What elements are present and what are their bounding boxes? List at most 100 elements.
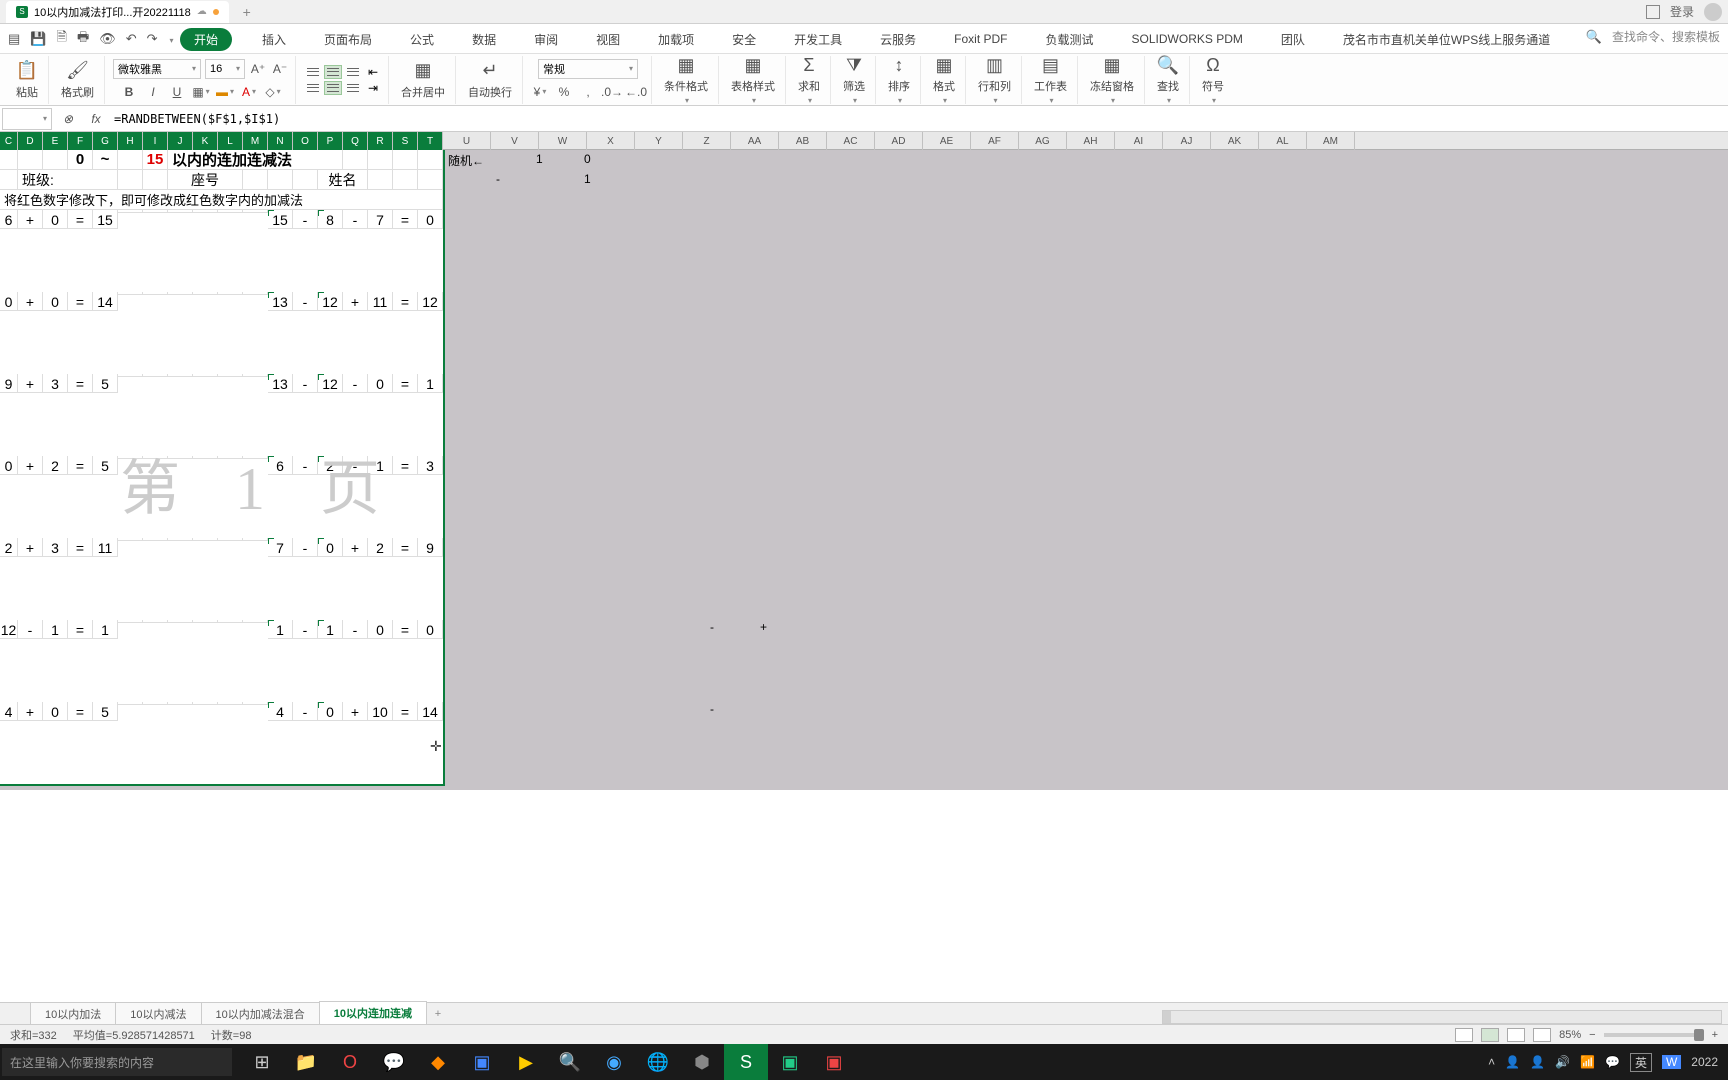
- add-sheet-button[interactable]: +: [426, 1008, 450, 1020]
- fill-color-button[interactable]: ▬: [216, 83, 234, 101]
- align-top-left[interactable]: [304, 65, 322, 79]
- col-header-W[interactable]: W: [539, 132, 587, 150]
- decrease-font-icon[interactable]: A⁻: [271, 60, 289, 78]
- document-tab[interactable]: S 10以内加减法打印...开20221118 ☁: [6, 1, 229, 23]
- align-right[interactable]: [344, 81, 362, 95]
- cell[interactable]: [343, 150, 368, 170]
- cell[interactable]: [193, 374, 218, 377]
- border-button[interactable]: ▦: [192, 83, 210, 101]
- col-header-F[interactable]: F: [68, 132, 93, 150]
- cell[interactable]: [168, 456, 193, 459]
- cell[interactable]: 0: [418, 210, 443, 229]
- cell[interactable]: [243, 170, 268, 190]
- cell[interactable]: [218, 292, 243, 295]
- cell[interactable]: [368, 150, 393, 170]
- cell[interactable]: =: [393, 538, 418, 557]
- qat-more-icon[interactable]: [168, 31, 174, 46]
- cell[interactable]: [368, 170, 393, 190]
- cell-y16[interactable]: -: [710, 702, 714, 716]
- cell[interactable]: [118, 170, 143, 190]
- sum-button[interactable]: Σ求和: [794, 54, 824, 105]
- cell[interactable]: ~: [93, 150, 118, 170]
- bold-button[interactable]: B: [120, 83, 138, 101]
- cell[interactable]: 5: [93, 374, 118, 393]
- cell[interactable]: 以内的连加连减法: [168, 150, 343, 170]
- login-button[interactable]: 登录: [1670, 3, 1694, 20]
- everything-icon[interactable]: 🔍: [548, 1044, 592, 1080]
- cell[interactable]: -: [18, 620, 43, 639]
- cell-y14[interactable]: -: [710, 620, 714, 634]
- cell[interactable]: [193, 456, 218, 459]
- tray-ime-w[interactable]: W: [1662, 1055, 1681, 1069]
- cell[interactable]: 1: [368, 456, 393, 475]
- cell[interactable]: [243, 210, 268, 213]
- tab-layout[interactable]: 页面布局: [316, 27, 380, 52]
- col-header-E[interactable]: E: [43, 132, 68, 150]
- symbol-button[interactable]: Ω符号: [1198, 54, 1228, 105]
- cell[interactable]: 15: [143, 150, 168, 170]
- cell[interactable]: +: [18, 292, 43, 311]
- wrap-button[interactable]: ↵自动换行: [464, 60, 516, 100]
- worksheet-button[interactable]: ▤工作表: [1030, 54, 1071, 105]
- cell[interactable]: [43, 150, 68, 170]
- cell[interactable]: =: [68, 538, 93, 557]
- maxthon-icon[interactable]: ▣: [460, 1044, 504, 1080]
- cell[interactable]: [243, 456, 268, 459]
- tab-view[interactable]: 视图: [588, 27, 628, 52]
- cell[interactable]: 15: [93, 210, 118, 229]
- cell[interactable]: =: [393, 210, 418, 229]
- cell[interactable]: 12: [318, 374, 343, 393]
- comma-button[interactable]: ,: [579, 83, 597, 101]
- cell-v2[interactable]: -: [496, 172, 500, 186]
- col-header-X[interactable]: X: [587, 132, 635, 150]
- cell[interactable]: =: [393, 292, 418, 311]
- col-header-N[interactable]: N: [268, 132, 293, 150]
- cell[interactable]: [143, 374, 168, 377]
- format-painter-button[interactable]: 🖌格式刷: [57, 60, 98, 100]
- cell[interactable]: 12: [0, 620, 18, 639]
- table-style-button[interactable]: ▦表格样式: [727, 54, 779, 105]
- increase-decimal-button[interactable]: .0→: [603, 83, 621, 101]
- cell[interactable]: 1: [43, 620, 68, 639]
- tray-people-icon-2[interactable]: 👤: [1530, 1055, 1545, 1069]
- cell[interactable]: [118, 456, 143, 459]
- cell[interactable]: 0: [0, 456, 18, 475]
- cell[interactable]: [393, 150, 418, 170]
- col-header-S[interactable]: S: [393, 132, 418, 150]
- cell[interactable]: =: [68, 292, 93, 311]
- cell[interactable]: +: [343, 702, 368, 721]
- cell[interactable]: [168, 702, 193, 705]
- cell[interactable]: [143, 170, 168, 190]
- cell[interactable]: 13: [268, 292, 293, 311]
- cell[interactable]: 12: [318, 292, 343, 311]
- cell[interactable]: =: [393, 456, 418, 475]
- tab-solidworks[interactable]: SOLIDWORKS PDM: [1124, 28, 1251, 50]
- cell[interactable]: [218, 456, 243, 459]
- view-pagebreak-icon[interactable]: [1481, 1028, 1499, 1042]
- cell[interactable]: 姓名: [318, 170, 368, 190]
- grid-area[interactable]: 第 1 页 0~15以内的连加连减法班级:座号姓名将红色数字修改下，即可修改成红…: [0, 150, 1728, 790]
- view-custom-icon[interactable]: [1533, 1028, 1551, 1042]
- cell[interactable]: 12: [418, 292, 443, 311]
- col-header-AI[interactable]: AI: [1115, 132, 1163, 150]
- cancel-fx-icon[interactable]: ⊗: [58, 109, 78, 129]
- cell[interactable]: 1: [318, 620, 343, 639]
- sheet-tab-2[interactable]: 10以内减法: [115, 1002, 201, 1025]
- cell[interactable]: [193, 620, 218, 623]
- cond-format-button[interactable]: ▦条件格式: [660, 54, 712, 105]
- tab-home[interactable]: 开始: [180, 28, 232, 51]
- cell[interactable]: 11: [93, 538, 118, 557]
- formula-input[interactable]: [110, 108, 1728, 130]
- cell[interactable]: 1: [418, 374, 443, 393]
- freeze-button[interactable]: ▦冻结窗格: [1086, 54, 1138, 105]
- align-top-right[interactable]: [344, 65, 362, 79]
- cell[interactable]: +: [18, 374, 43, 393]
- view-normal-icon[interactable]: [1455, 1028, 1473, 1042]
- cell[interactable]: [143, 210, 168, 213]
- cell[interactable]: [218, 620, 243, 623]
- col-header-O[interactable]: O: [293, 132, 318, 150]
- tray-network-icon[interactable]: 📶: [1580, 1055, 1595, 1069]
- app-icon-5[interactable]: ▣: [812, 1044, 856, 1080]
- cell[interactable]: +: [18, 456, 43, 475]
- cell[interactable]: 1: [93, 620, 118, 639]
